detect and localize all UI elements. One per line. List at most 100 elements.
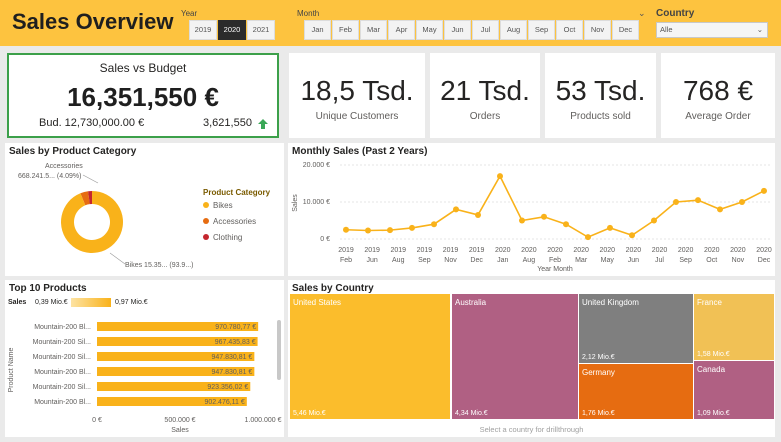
x-tick-month: Nov	[732, 257, 745, 264]
data-point	[387, 227, 393, 234]
y-tick-label: 20.000 €	[303, 162, 330, 169]
slicer-more-icon[interactable]: ⌄	[638, 8, 646, 19]
month-button-may[interactable]: May	[416, 20, 443, 40]
bar-category-label: Mountain-200 Bl...	[34, 399, 91, 406]
y-axis-title: Product Name	[8, 348, 15, 393]
top-products-bar-chart[interactable]: Mountain-200 Bl... 970.780,77 € Mountain-2…	[5, 280, 284, 437]
year-button-2019[interactable]: 2019	[189, 20, 217, 40]
treemap-tile-united-kingdom[interactable]: United Kingdom 2,12 Mio.€	[579, 294, 693, 363]
bar-value-label: 947.830,81 €	[211, 369, 252, 376]
data-point	[343, 226, 349, 233]
x-tick-year: 2020	[521, 247, 537, 254]
page-title: Sales Overview	[12, 9, 174, 34]
treemap-country-value: 1,09 Mio.€	[697, 410, 730, 417]
kpi-card-2[interactable]: 53 Tsd. Products sold	[545, 53, 656, 138]
data-point	[629, 232, 635, 239]
treemap-country-name: France	[697, 298, 722, 307]
month-button-dec[interactable]: Dec	[612, 20, 639, 40]
monthly-sales-panel[interactable]: Monthly Sales (Past 2 Years) 0 €10.000 €…	[288, 143, 775, 276]
y-tick-label: 10.000 €	[303, 199, 330, 206]
legend-item-accessories[interactable]: Accessories	[203, 217, 256, 226]
x-tick-month: Dec	[758, 257, 771, 264]
top-products-panel[interactable]: Top 10 Products Sales 0,39 Mio.€ 0,97 Mi…	[5, 280, 284, 437]
monthly-sales-line-chart[interactable]: 0 € 10.000 € 20.000 € Sales 2019 Feb 2019 Jun 20…	[288, 143, 775, 276]
sales-total-value: 16,351,550 €	[67, 82, 219, 112]
arrow-up-icon	[258, 119, 268, 129]
x-tick-year: 2019	[338, 247, 354, 254]
month-button-jul[interactable]: Jul	[472, 20, 499, 40]
month-button-jan[interactable]: Jan	[304, 20, 331, 40]
treemap-country-value: 1,76 Mio.€	[582, 410, 615, 417]
legend-swatch	[203, 202, 209, 208]
x-tick-year: 2020	[756, 247, 772, 254]
category-chart-panel[interactable]: Sales by Product Category Accessories 668…	[5, 143, 284, 276]
x-tick-year: 2020	[704, 247, 720, 254]
donut-label-accessories-name: Accessories	[45, 163, 83, 170]
treemap-country-name: Australia	[455, 298, 487, 307]
kpi-card-3[interactable]: 768 € Average Order	[661, 53, 775, 138]
legend-item-clothing[interactable]: Clothing	[203, 233, 242, 242]
x-tick-month: Jan	[497, 257, 508, 264]
treemap-tile-united-states[interactable]: United States 5,46 Mio.€	[290, 294, 450, 419]
x-tick-year: 2020	[678, 247, 694, 254]
treemap-tile-france[interactable]: France 1,58 Mio.€	[694, 294, 774, 360]
country-dropdown-value: Alle	[660, 25, 673, 34]
data-point	[673, 199, 679, 205]
legend-item-bikes[interactable]: Bikes	[203, 201, 233, 210]
bar-category-label: Mountain-200 Sil...	[33, 384, 91, 391]
month-button-mar[interactable]: Mar	[360, 20, 387, 40]
data-point	[585, 234, 591, 241]
x-tick-label: 1.000.000 €	[245, 417, 282, 424]
bar-category-label: Mountain-200 Bl...	[34, 324, 91, 331]
month-button-jun[interactable]: Jun	[444, 20, 471, 40]
year-slicer-label: Year	[181, 9, 198, 18]
bar-value-label: 923.356,02 €	[207, 384, 248, 391]
x-tick-month: Jun	[366, 257, 377, 264]
sales-vs-budget-card[interactable]: Sales vs Budget 16,351,550 € Bud. 12,730…	[7, 53, 279, 138]
data-point	[717, 206, 723, 213]
treemap-tile-germany[interactable]: Germany 1,76 Mio.€	[579, 364, 693, 419]
country-sales-title: Sales by Country	[292, 283, 374, 294]
x-tick-year: 2019	[443, 247, 459, 254]
x-tick-year: 2020	[495, 247, 511, 254]
bar-value-label: 970.780,77 €	[215, 324, 256, 331]
category-donut-chart[interactable]: Accessories 668.241.5... (4.09%) Bikes 15.…	[5, 143, 284, 276]
treemap-country-name: Canada	[697, 365, 726, 374]
kpi-label: Products sold	[570, 111, 631, 122]
data-point	[541, 213, 547, 220]
month-button-aug[interactable]: Aug	[500, 20, 527, 40]
kpi-card-0[interactable]: 18,5 Tsd. Unique Customers	[289, 53, 425, 138]
month-button-apr[interactable]: Apr	[388, 20, 415, 40]
scrollbar-thumb	[277, 320, 281, 380]
kpi-value: 18,5 Tsd.	[300, 75, 414, 106]
country-sales-panel[interactable]: Sales by Country United States 5,46 Mio.€…	[288, 280, 775, 437]
data-point	[409, 224, 415, 231]
x-tick-year: 2019	[417, 247, 433, 254]
x-tick-label: 500.000 €	[164, 417, 195, 424]
month-button-nov[interactable]: Nov	[584, 20, 611, 40]
budget-delta: 3,621,550	[203, 117, 252, 129]
x-tick-month: Sep	[418, 257, 431, 264]
year-button-2020[interactable]: 2020	[218, 20, 246, 40]
month-button-oct[interactable]: Oct	[556, 20, 583, 40]
kpi-card-1[interactable]: 21 Tsd. Orders	[430, 53, 540, 138]
x-tick-year: 2020	[573, 247, 589, 254]
budget-value: Bud. 12,730,000.00 €	[39, 117, 145, 129]
treemap-country-value: 1,58 Mio.€	[697, 351, 730, 358]
x-tick-month: Feb	[549, 257, 561, 264]
data-point	[695, 197, 701, 204]
x-tick-year: 2019	[390, 247, 406, 254]
treemap-tile-canada[interactable]: Canada 1,09 Mio.€	[694, 361, 774, 419]
country-dropdown[interactable]: Alle ⌄	[656, 22, 768, 38]
month-button-sep[interactable]: Sep	[528, 20, 555, 40]
data-point	[607, 224, 613, 231]
x-tick-month: Oct	[706, 257, 717, 264]
kpi-value: 21 Tsd.	[440, 75, 530, 106]
y-tick-label: 0 €	[320, 236, 330, 243]
donut-slice-bikes	[61, 191, 123, 253]
year-button-2021[interactable]: 2021	[247, 20, 275, 40]
month-button-feb[interactable]: Feb	[332, 20, 359, 40]
bar-category-label: Mountain-200 Bl...	[34, 369, 91, 376]
treemap-tile-australia[interactable]: Australia 4,34 Mio.€	[452, 294, 578, 419]
legend-swatch	[203, 218, 209, 224]
